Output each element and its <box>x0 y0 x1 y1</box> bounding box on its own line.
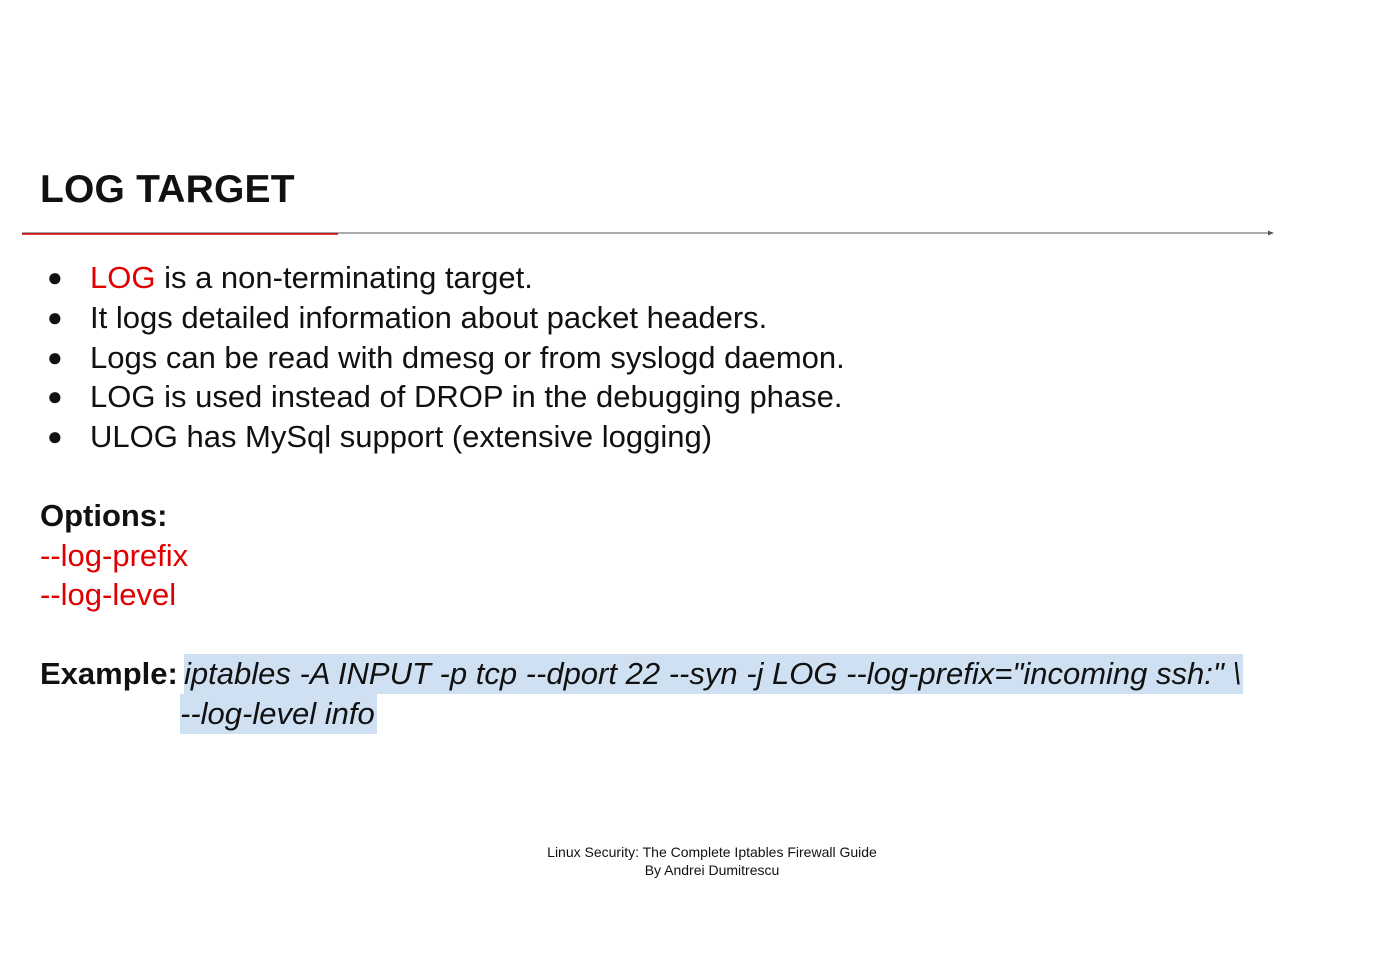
bullet-dot-icon: ● <box>47 262 63 292</box>
option-log-level: --log-level <box>40 577 177 612</box>
footer: Linux Security: The Complete Iptables Fi… <box>0 844 1386 879</box>
example-label: Example: <box>40 656 178 691</box>
options-heading: Options: <box>40 498 168 533</box>
option-log-prefix: --log-prefix <box>40 538 189 573</box>
divider-arrow-icon <box>1268 230 1274 236</box>
footer-author: By Andrei Dumitrescu <box>644 861 780 878</box>
example-code-line-1: iptables -A INPUT -p tcp --dport 22 --sy… <box>184 654 1244 694</box>
bullet-text: LOG is used instead of DROP in the debug… <box>90 379 843 415</box>
bullet-body: is a non-terminating target. <box>155 260 533 295</box>
bullet-highlight: LOG <box>90 260 156 295</box>
bullet-dot-icon: ● <box>47 341 63 372</box>
bullet-dot-icon: ● <box>47 381 63 412</box>
footer-course-title: Linux Security: The Complete Iptables Fi… <box>547 844 877 860</box>
bullet-text: ULOG has MySql support (extensive loggin… <box>90 419 713 455</box>
title-divider <box>22 230 1274 236</box>
bullet-text: Logs can be read with dmesg or from sysl… <box>90 339 845 375</box>
bullet-text: LOG is a non-terminating target. <box>90 258 533 298</box>
slide-title: LOG TARGET <box>40 168 295 211</box>
bullet-dot-icon: ● <box>47 301 63 332</box>
bullet-text: It logs detailed information about packe… <box>90 299 768 335</box>
example-code-line-2: --log-level info <box>180 694 377 734</box>
bullet-dot-icon: ● <box>47 421 63 452</box>
